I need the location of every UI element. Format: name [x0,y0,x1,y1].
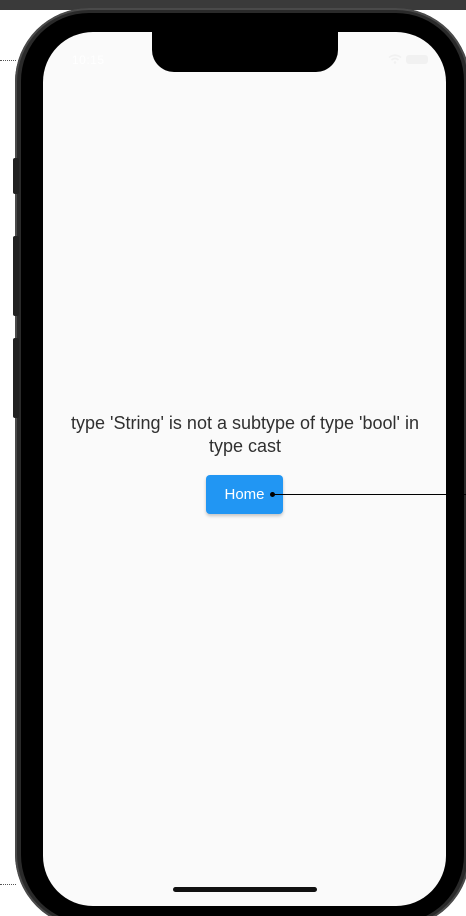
device-notch [152,30,338,72]
annotation-line [272,494,466,495]
status-icons [388,54,428,64]
dotted-guide [0,60,16,61]
home-indicator [173,887,317,892]
status-time: 10:15 [72,53,105,67]
wifi-icon [388,54,402,64]
battery-icon [406,54,428,64]
volume-up-button [13,236,19,316]
dotted-guide [0,884,16,885]
app-screen [43,32,446,906]
simulator-canvas: 10:15 type 'String' is not a subtype of … [0,0,466,916]
mute-switch [13,158,19,194]
error-message: type 'String' is not a subtype of type '… [71,413,419,456]
volume-down-button [13,338,19,418]
annotation-dot [270,492,275,497]
